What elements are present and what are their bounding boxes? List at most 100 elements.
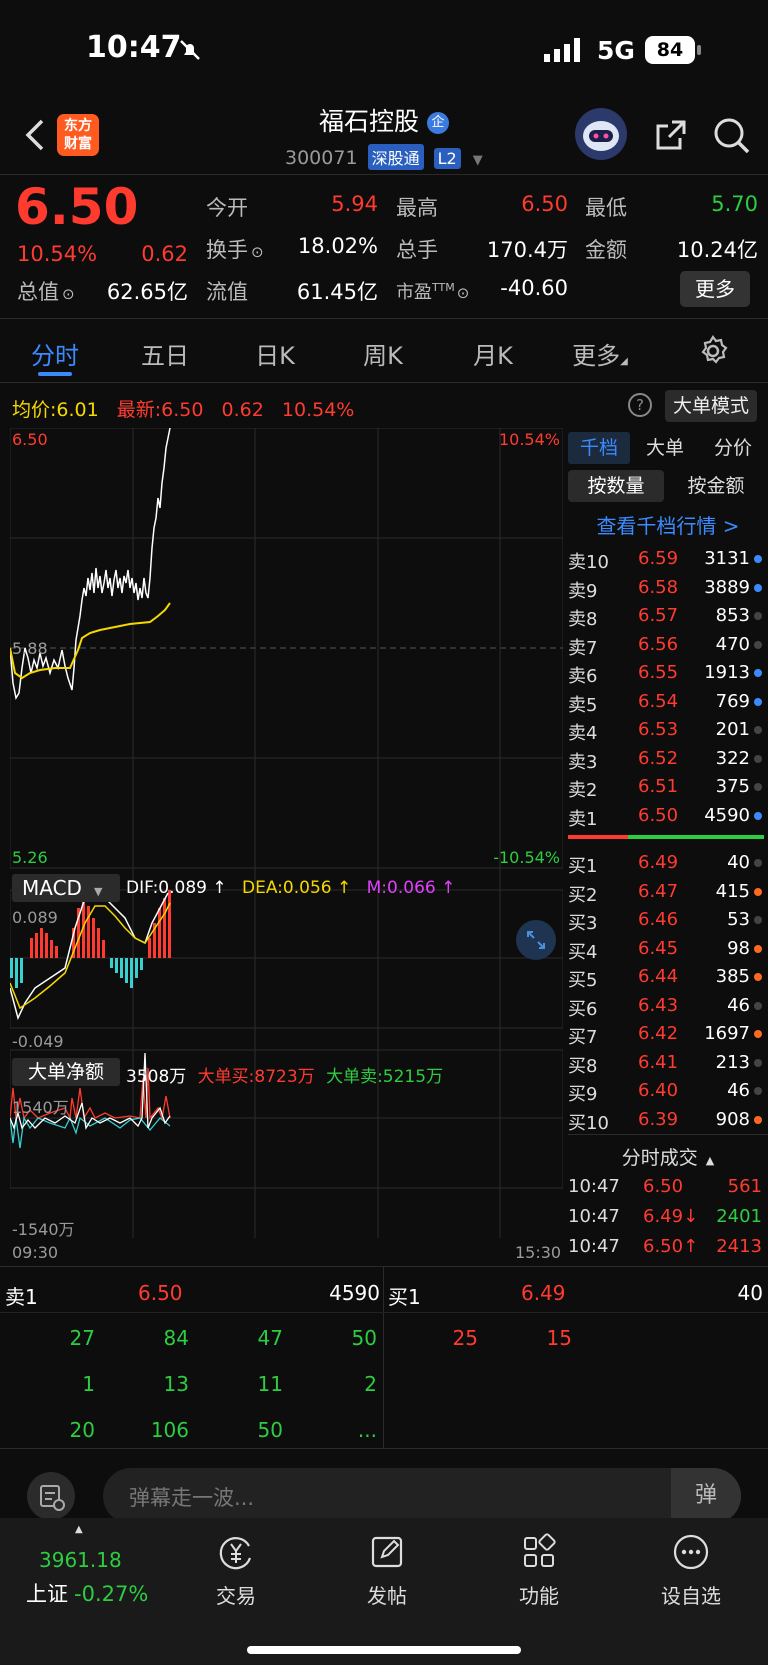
more-dots-icon xyxy=(673,1534,709,1570)
ask-row[interactable]: 卖9 6.58 3889 xyxy=(568,573,768,602)
m-value: M:0.066 ↑ xyxy=(366,878,456,898)
tab-depth[interactable]: 千档 xyxy=(568,432,630,464)
tab-weekly[interactable]: 周K xyxy=(333,336,433,371)
intraday-charts[interactable] xyxy=(10,428,563,1238)
bid-row[interactable]: 买8 6.41 213 xyxy=(568,1048,768,1077)
danmu-toggle-icon[interactable] xyxy=(27,1472,75,1520)
ticks-title[interactable]: 分时成交 ▲ xyxy=(568,1143,768,1170)
macd-axis-top: 0.089 xyxy=(12,908,58,927)
sub-tab-by-amount[interactable]: 按金额 xyxy=(668,470,764,502)
ask-row[interactable]: 卖3 6.52 322 xyxy=(568,744,768,773)
ask-row[interactable]: 卖10 6.59 3131 xyxy=(568,544,768,573)
bid-volume: 415 xyxy=(715,880,750,902)
turnover-value: 18.02% xyxy=(297,234,378,258)
more-button[interactable]: 更多 xyxy=(680,271,750,307)
bid-row[interactable]: 买7 6.42 1697 xyxy=(568,1019,768,1048)
queue-order: 11 xyxy=(257,1372,283,1396)
bid-row[interactable]: 买3 6.46 53 xyxy=(568,905,768,934)
volume-label: 总手 xyxy=(396,238,438,262)
bid-row[interactable]: 买9 6.40 46 xyxy=(568,1076,768,1105)
queue-order: 25 xyxy=(452,1326,478,1350)
indicator-select[interactable]: MACD ▼ xyxy=(12,874,120,902)
stock-code-row[interactable]: 300071 深股通 L2 ▼ xyxy=(285,144,483,170)
bid-price: 6.39 xyxy=(638,1108,679,1130)
tick-time: 10:47 xyxy=(568,1236,620,1257)
tick-price: 6.49↓ xyxy=(643,1206,699,1227)
tab-price-dist[interactable]: 分价 xyxy=(700,432,766,464)
info-icon[interactable]: ⊙ xyxy=(251,243,264,261)
tick-row: 10:47 6.50↑ 2413 xyxy=(568,1232,768,1260)
ask-volume: 470 xyxy=(715,633,750,655)
big-order-select[interactable]: 大单净额 xyxy=(12,1058,120,1086)
help-icon[interactable]: ? xyxy=(628,393,652,417)
tab-daily[interactable]: 日K xyxy=(225,336,325,371)
robot-avatar-icon[interactable] xyxy=(575,108,627,160)
ask-price: 6.51 xyxy=(638,776,679,797)
intraday-summary: 均价:6.01 最新:6.50 0.62 10.54% xyxy=(12,399,355,421)
pct-axis-bottom: -10.54% xyxy=(493,848,560,867)
expand-icon[interactable] xyxy=(516,920,556,960)
bid-price: 6.47 xyxy=(638,880,679,902)
status-bar: 10:47 5G 84 xyxy=(0,0,768,100)
ask-row[interactable]: 卖1 6.50 4590 xyxy=(568,801,768,830)
marker-dot xyxy=(754,887,762,896)
bid-volume: 46 xyxy=(727,994,750,1016)
search-icon[interactable] xyxy=(712,116,752,160)
bid-ask-ratio-bar xyxy=(568,835,764,839)
view-depth-link[interactable]: 查看千档行情 > xyxy=(568,510,768,539)
info-icon[interactable]: ⊙ xyxy=(457,284,470,302)
danmu-input[interactable]: 弹幕走一波... 弹 xyxy=(103,1468,741,1524)
queue-divider xyxy=(383,1266,384,1448)
tab-monthly[interactable]: 月K xyxy=(443,336,543,371)
float-value: 61.45亿 xyxy=(296,280,378,304)
bid-row[interactable]: 买2 6.47 415 xyxy=(568,877,768,906)
ask-row[interactable]: 卖2 6.51 375 xyxy=(568,772,768,801)
market-tag: 深股通 xyxy=(367,144,424,170)
ask-row[interactable]: 卖6 6.55 1913 xyxy=(568,658,768,687)
ask-volume: 3131 xyxy=(704,548,750,569)
bid-row[interactable]: 买10 6.39 908 xyxy=(568,1105,768,1134)
mktcap-value: 62.65亿 xyxy=(106,280,188,304)
pe-label: 市盈TTM ⊙ xyxy=(396,281,470,303)
tab-big-order[interactable]: 大单 xyxy=(632,432,698,464)
enterprise-badge: 企 xyxy=(426,112,449,134)
marker-dot xyxy=(754,1115,762,1124)
high-label: 最高 xyxy=(396,196,438,220)
bid-row[interactable]: 买1 6.49 40 xyxy=(568,848,768,877)
queue-ask-volume: 4590 xyxy=(329,1281,380,1305)
tab-more[interactable]: 更多◢ xyxy=(550,336,650,371)
tab-5day[interactable]: 五日 xyxy=(115,336,215,371)
bid-price: 6.42 xyxy=(638,1023,679,1044)
nav-watchlist[interactable]: 设自选 xyxy=(631,1528,751,1608)
ask-row[interactable]: 卖4 6.53 201 xyxy=(568,715,768,744)
tab-intraday[interactable]: 分时 xyxy=(5,336,105,371)
nav-post[interactable]: 发帖 xyxy=(327,1528,447,1608)
big-order-mode-button[interactable]: 大单模式 xyxy=(665,390,757,422)
mute-icon xyxy=(178,38,202,62)
index-ticker[interactable]: ▲ 3961.18 上证 -0.27% xyxy=(20,1524,170,1606)
bid-volume: 908 xyxy=(715,1108,750,1130)
ask-level: 卖3 xyxy=(568,751,598,773)
bid-row[interactable]: 买6 6.43 46 xyxy=(568,991,768,1020)
ask-level: 卖9 xyxy=(568,580,598,602)
ask-row[interactable]: 卖7 6.56 470 xyxy=(568,630,768,659)
bid-row[interactable]: 买4 6.45 98 xyxy=(568,934,768,963)
queue-order: 15 xyxy=(546,1326,572,1350)
tick-price: 6.50 xyxy=(643,1176,684,1197)
settings-gear-icon[interactable] xyxy=(696,334,730,372)
nav-trade[interactable]: 交易 xyxy=(176,1528,296,1608)
amount-label: 金额 xyxy=(585,238,627,262)
last-price: 6.50 xyxy=(15,178,139,236)
ask-row[interactable]: 卖8 6.57 853 xyxy=(568,601,768,630)
bid-level: 买10 xyxy=(568,1112,609,1134)
sub-tab-by-volume[interactable]: 按数量 xyxy=(568,470,664,502)
share-icon[interactable] xyxy=(652,116,690,158)
danmu-send-button[interactable]: 弹 xyxy=(671,1468,741,1524)
queue-order: 27 xyxy=(69,1326,95,1350)
latest-change: 0.62 xyxy=(221,399,264,421)
marker-dot xyxy=(754,973,762,981)
info-icon[interactable]: ⊙ xyxy=(62,285,75,303)
nav-functions[interactable]: 功能 xyxy=(479,1528,599,1608)
bid-row[interactable]: 买5 6.44 385 xyxy=(568,962,768,991)
ask-row[interactable]: 卖5 6.54 769 xyxy=(568,687,768,716)
